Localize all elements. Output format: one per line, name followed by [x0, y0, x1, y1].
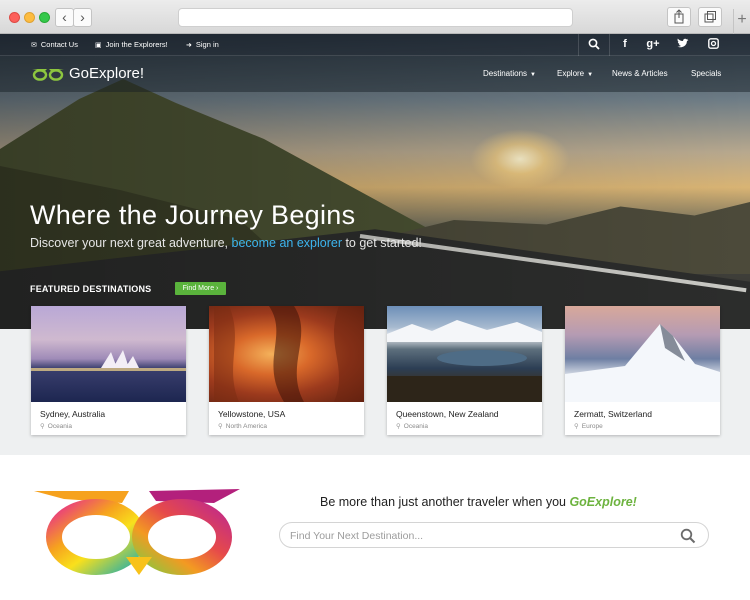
nav-explore-label: Explore [557, 69, 585, 78]
tabs-icon [704, 11, 716, 23]
hero-subtitle-end: to get started! [341, 236, 422, 250]
facebook-icon[interactable]: f [618, 38, 632, 50]
map-pin-icon: ⚲ [218, 423, 223, 430]
chevron-down-icon: ▼ [530, 72, 536, 78]
tagline-text: Be more than just another traveler when … [320, 495, 570, 509]
card-region-label: North America [225, 423, 267, 430]
canyon-swirls [214, 306, 364, 402]
card-region: ⚲ Oceania [396, 422, 428, 430]
destination-card-queenstown[interactable]: Queenstown, New Zealand ⚲ Oceania [387, 306, 542, 435]
new-tab-button[interactable]: + [733, 9, 750, 34]
hero-subtitle: Discover your next great adventure, beco… [30, 236, 422, 250]
tab-overview-button[interactable] [698, 7, 722, 27]
envelope-icon: ✉ [31, 42, 37, 49]
contact-link[interactable]: ✉ Contact Us [31, 40, 78, 49]
tagline: Be more than just another traveler when … [320, 495, 637, 509]
divider [578, 34, 579, 56]
card-title: Queenstown, New Zealand [396, 409, 499, 419]
hero-subtitle-text: Discover your next great adventure, [30, 236, 232, 250]
twitter-icon[interactable] [676, 38, 690, 52]
tagline-brand: GoExplore! [569, 495, 637, 509]
join-label: Join the Explorers! [105, 40, 168, 49]
share-icon [674, 9, 684, 24]
search-toggle[interactable] [587, 38, 601, 53]
nav-news[interactable]: News & Articles [612, 69, 668, 78]
nav-destinations[interactable]: Destinations ▼ [483, 69, 536, 78]
zermatt-photo [565, 306, 720, 402]
become-explorer-link[interactable]: become an explorer [232, 236, 342, 250]
main-navigation: GoExplore! Destinations ▼ Explore ▼ News &… [0, 56, 750, 92]
forward-button[interactable]: › [73, 8, 92, 27]
twitter-bird [677, 38, 689, 48]
matterhorn-silhouette [565, 324, 720, 402]
id-card-icon: ▣ [95, 42, 102, 49]
queenstown-photo [387, 306, 542, 402]
card-title: Yellowstone, USA [218, 409, 286, 419]
site-logo-text[interactable]: GoExplore! [69, 65, 144, 82]
google-plus-icon[interactable]: g+ [646, 38, 660, 50]
destination-search-field[interactable]: Find Your Next Destination... [279, 522, 709, 548]
address-bar[interactable] [178, 8, 573, 27]
signin-icon: ➜ [186, 42, 192, 49]
chevron-down-icon: ▼ [587, 72, 594, 78]
minimize-window-button[interactable] [24, 12, 35, 23]
browser-toolbar: ‹ › + [0, 0, 750, 34]
close-window-button[interactable] [9, 12, 20, 23]
join-link[interactable]: ▣ Join the Explorers! [95, 40, 168, 49]
goexplore-large-logo-icon [34, 489, 240, 575]
utility-bar: ✉ Contact Us ▣ Join the Explorers! ➜ Sign i… [0, 34, 750, 56]
card-title: Sydney, Australia [40, 409, 106, 419]
nav-specials[interactable]: Specials [691, 69, 721, 78]
search-placeholder: Find Your Next Destination... [290, 530, 424, 542]
zoom-window-button[interactable] [39, 12, 50, 23]
goexplore-logo-icon[interactable] [31, 67, 65, 81]
map-pin-icon: ⚲ [396, 423, 401, 430]
card-region-label: Europe [581, 423, 603, 430]
destination-card-yellowstone[interactable]: Yellowstone, USA ⚲ North America [209, 306, 364, 435]
back-button[interactable]: ‹ [55, 8, 74, 27]
card-region: ⚲ Oceania [40, 422, 72, 430]
share-button[interactable] [667, 7, 691, 27]
search-icon [588, 38, 600, 50]
nav-destinations-label: Destinations [483, 69, 528, 78]
card-region: ⚲ North America [218, 422, 267, 430]
map-pin-icon: ⚲ [574, 423, 579, 430]
divider [609, 34, 610, 56]
find-more-button[interactable]: Find More › [175, 282, 226, 295]
opera-house-silhouette [31, 350, 186, 371]
contact-label: Contact Us [40, 40, 78, 49]
featured-heading: FEATURED DESTINATIONS [30, 284, 152, 294]
instagram-glyph [707, 38, 719, 49]
sydney-photo [31, 306, 186, 402]
map-pin-icon: ⚲ [40, 423, 45, 430]
card-title: Zermatt, Switzerland [574, 409, 652, 419]
card-region: ⚲ Europe [574, 422, 603, 430]
destination-card-zermatt[interactable]: Zermatt, Switzerland ⚲ Europe [565, 306, 720, 435]
signin-link[interactable]: ➜ Sign in [186, 40, 219, 49]
card-region-label: Oceania [47, 423, 72, 430]
card-region-label: Oceania [403, 423, 428, 430]
hero-title: Where the Journey Begins [30, 200, 356, 230]
yellowstone-photo [209, 306, 364, 402]
signin-label: Sign in [195, 40, 219, 49]
search-icon[interactable] [680, 528, 696, 544]
destination-card-sydney[interactable]: Sydney, Australia ⚲ Oceania [31, 306, 186, 435]
nav-explore[interactable]: Explore ▼ [557, 69, 593, 78]
instagram-icon[interactable] [706, 38, 720, 52]
lake-town-shapes [387, 320, 542, 402]
